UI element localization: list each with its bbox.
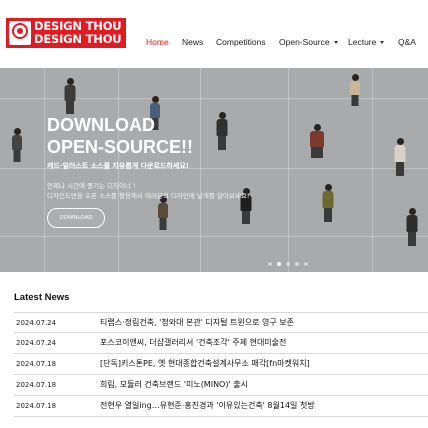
person-figure-image (10, 128, 24, 162)
news-row[interactable]: 2024.07.18 [단독]키스톤PE, 옛 현대종합건축설계사무소 매각[f… (14, 354, 428, 375)
nav-item-label: Open-Source (279, 37, 330, 47)
person-figure-image (62, 78, 78, 114)
nav-item-home[interactable]: Home (146, 37, 169, 47)
person-figure-image (320, 184, 336, 222)
person-figure-image (156, 196, 170, 230)
download-button[interactable]: DOWNLOAD (47, 208, 105, 228)
slider-dot[interactable] (286, 262, 290, 266)
nav-item-competitions[interactable]: Competitions (216, 37, 266, 47)
person-figure-image (214, 112, 230, 150)
news-date: 2024.07.18 (16, 360, 57, 368)
nav-item-qa[interactable]: Q&A (398, 37, 416, 47)
person-figure-image (306, 124, 328, 158)
latest-news-list: 2024.07.24 티랩스·정림건축, '청와대 본관' 디지털 트윈으로 영… (14, 312, 428, 417)
news-row[interactable]: 2024.07.24 포스코이앤씨, 더샵갤러리서 '건축조각' 주제 현대미술… (14, 333, 428, 354)
nav-item-lecture[interactable]: Lecture (348, 37, 385, 47)
news-row[interactable]: 2024.07.18 전현우 열일ing…유현준·홍진경과 '이유있는건축' 8… (14, 396, 428, 417)
hero-subtitle: 캐드·일러스트 소스를 자유롭게 다운로드하세요! (47, 162, 189, 170)
logo-emblem-icon (9, 21, 31, 45)
nav-item-label: Home (146, 37, 169, 47)
person-figure-image (392, 138, 408, 176)
site-logo[interactable]: DESIGN THOU DESIGN THOU (6, 18, 126, 48)
hero-description: 언제나 시간에 쫓기는 디자이너 ! 디자인도면을 오픈 소스를 활용해서 여러… (47, 182, 250, 200)
news-row[interactable]: 2024.07.18 희림, 모듈러 건축브랜드 '미노(MINO)' 출시 (14, 375, 428, 396)
slider-dot[interactable] (295, 262, 299, 266)
news-title-link[interactable]: 전현우 열일ing…유현준·홍진경과 '이유있는건축' 8월14일 첫방 (100, 400, 315, 411)
slider-dot[interactable] (268, 262, 272, 266)
latest-news-heading: Latest News (14, 292, 70, 303)
chevron-down-icon (333, 41, 338, 45)
hero-title: DOWNLOAD OPEN-SOURCE!! (47, 115, 194, 157)
site-header: DESIGN THOU DESIGN THOU Home News Compet… (0, 0, 428, 68)
news-date: 2024.07.18 (16, 381, 57, 389)
news-row[interactable]: 2024.07.24 티랩스·정림건축, '청와대 본관' 디지털 트윈으로 영… (14, 312, 428, 333)
nav-item-label: Competitions (216, 37, 266, 47)
news-title-link[interactable]: 희림, 모듈러 건축브랜드 '미노(MINO)' 출시 (100, 379, 248, 390)
person-figure-image (404, 208, 420, 246)
news-date: 2024.07.24 (16, 319, 57, 327)
news-title-link[interactable]: [단독]키스톤PE, 옛 현대종합건축설계사무소 매각[fn마켓워치] (100, 358, 310, 369)
person-figure-image (348, 74, 362, 106)
nav-item-label: News (182, 37, 204, 47)
slider-dot-active[interactable] (277, 262, 281, 266)
logo-text-line2: DESIGN THOU (34, 32, 122, 46)
nav-item-label: Lecture (348, 37, 377, 47)
news-date: 2024.07.18 (16, 402, 57, 410)
nav-item-label: Q&A (398, 37, 416, 47)
news-title-link[interactable]: 포스코이앤씨, 더샵갤러리서 '건축조각' 주제 현대미술전 (100, 337, 286, 348)
hero-grid-line (0, 236, 428, 237)
nav-item-open-source[interactable]: Open-Source (279, 37, 338, 47)
news-date: 2024.07.24 (16, 339, 57, 347)
logo-text: DESIGN THOU DESIGN THOU (34, 20, 126, 46)
nav-item-news[interactable]: News (182, 37, 203, 47)
slider-dot[interactable] (304, 262, 308, 266)
news-title-link[interactable]: 티랩스·정림건축, '청와대 본관' 디지털 트윈으로 영구 보존 (100, 317, 294, 328)
chevron-down-icon (380, 41, 385, 45)
